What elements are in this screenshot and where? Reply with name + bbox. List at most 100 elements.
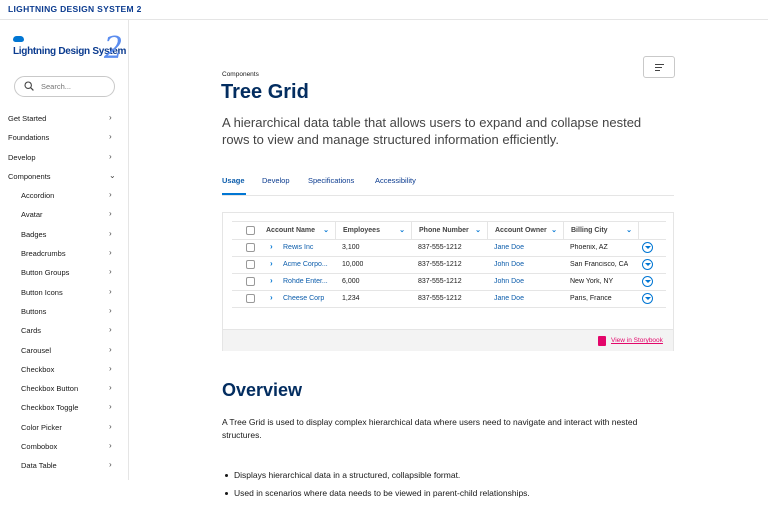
storybook-icon <box>598 336 606 346</box>
nav-item-label: Buttons <box>21 306 47 316</box>
list-item: Used in scenarios where data needs to be… <box>222 487 677 499</box>
select-all-checkbox[interactable] <box>246 226 255 235</box>
page-title: Tree Grid <box>221 81 309 103</box>
nav-item-label: Checkbox Button <box>21 384 79 394</box>
account-name-link[interactable]: Rewis Inc <box>283 244 333 251</box>
nav-list: Get Started › Foundations › Develop › Compo… <box>0 109 128 476</box>
tree-grid: Account Name ⌄ Employees ⌄ Phone Number ⌄ A… <box>232 221 666 308</box>
nav-item-combobox[interactable]: Combobox › <box>0 437 128 456</box>
chevron-down-icon[interactable]: ⌄ <box>475 226 481 234</box>
sidebar: Lightning Design System 2 Search... Get … <box>0 20 129 480</box>
account-owner-link[interactable]: Jane Doe <box>494 295 524 302</box>
column-label: Employees <box>343 227 380 234</box>
page-subtitle: A hierarchical data table that allows us… <box>222 115 642 147</box>
nav-item-color-picker[interactable]: Color Picker › <box>0 418 128 437</box>
row-checkbox[interactable] <box>246 277 255 286</box>
column-header-account-name[interactable]: Account Name ⌄ <box>259 222 336 240</box>
nav-item-components[interactable]: Components ⌄ <box>0 167 128 186</box>
chevron-down-icon: ⌄ <box>109 170 116 180</box>
row-checkbox[interactable] <box>246 260 255 269</box>
table-row[interactable]: › Acme Corpo... 10,000 837-555-1212 John… <box>232 257 666 274</box>
menu-button[interactable] <box>643 56 675 78</box>
chevron-right-icon: › <box>109 228 112 238</box>
tree-grid-demo: Account Name ⌄ Employees ⌄ Phone Number ⌄ A… <box>222 212 674 351</box>
tab-develop[interactable]: Develop <box>262 176 290 185</box>
brand-title[interactable]: LIGHTNING DESIGN SYSTEM 2 <box>8 4 142 14</box>
column-header-phone-number[interactable]: Phone Number ⌄ <box>412 222 488 240</box>
search-placeholder: Search... <box>41 82 72 91</box>
chevron-down-icon[interactable]: ⌄ <box>626 226 632 234</box>
expand-chevron-icon[interactable]: › <box>270 293 273 302</box>
nav-item-button-groups[interactable]: Button Groups › <box>0 263 128 282</box>
expand-chevron-icon[interactable]: › <box>270 276 273 285</box>
row-checkbox[interactable] <box>246 243 255 252</box>
overview-heading: Overview <box>222 380 303 400</box>
table-row[interactable]: › Cheese Corp 1,234 837-555-1212 Jane Do… <box>232 291 666 308</box>
nav-item-button-icons[interactable]: Button Icons › <box>0 283 128 302</box>
account-name-link[interactable]: Cheese Corp <box>283 295 333 302</box>
expand-chevron-icon[interactable]: › <box>270 242 273 251</box>
nav-item-develop[interactable]: Develop › <box>0 148 128 167</box>
account-name-link[interactable]: Rohde Enter... <box>283 278 333 285</box>
nav-item-accordion[interactable]: Accordion › <box>0 186 128 205</box>
column-header-employees[interactable]: Employees ⌄ <box>336 222 412 240</box>
chevron-right-icon: › <box>109 286 112 296</box>
tab-usage[interactable]: Usage <box>222 176 245 185</box>
demo-footer: View in Storybook <box>223 329 673 351</box>
top-bar: LIGHTNING DESIGN SYSTEM 2 <box>0 0 768 20</box>
row-action-icon[interactable] <box>642 293 653 304</box>
account-owner-link[interactable]: Jane Doe <box>494 244 524 251</box>
main-content: Components Tree Grid A hierarchical data… <box>129 20 768 498</box>
overview-bullets: Displays hierarchical data in a structur… <box>222 469 677 505</box>
chevron-down-icon[interactable]: ⌄ <box>399 226 405 234</box>
column-header-account-owner[interactable]: Account Owner ⌄ <box>488 222 564 240</box>
row-action-icon[interactable] <box>642 276 653 287</box>
list-item: Displays hierarchical data in a structur… <box>222 469 677 481</box>
phone-cell: 837-555-1212 <box>418 278 462 285</box>
nav-item-data-table[interactable]: Data Table › <box>0 456 128 475</box>
nav-item-label: Checkbox <box>21 364 55 374</box>
nav-item-checkbox-button[interactable]: Checkbox Button › <box>0 379 128 398</box>
chevron-right-icon: › <box>109 441 112 451</box>
logo[interactable]: Lightning Design System 2 <box>12 32 126 72</box>
row-action-icon[interactable] <box>642 242 653 253</box>
billing-city-cell: New York, NY <box>570 278 614 285</box>
employees-cell: 10,000 <box>342 261 364 268</box>
chevron-right-icon: › <box>109 402 112 412</box>
nav-item-badges[interactable]: Badges › <box>0 225 128 244</box>
column-header-billing-city[interactable]: Billing City ⌄ <box>564 222 639 240</box>
phone-cell: 837-555-1212 <box>418 261 462 268</box>
billing-city-cell: Phoenix, AZ <box>570 244 608 251</box>
nav-item-avatar[interactable]: Avatar › <box>0 205 128 224</box>
account-owner-link[interactable]: John Doe <box>494 261 524 268</box>
account-owner-link[interactable]: John Doe <box>494 278 524 285</box>
chevron-right-icon: › <box>109 248 112 258</box>
table-row[interactable]: › Rohde Enter... 6,000 837-555-1212 John… <box>232 274 666 291</box>
chevron-right-icon: › <box>109 209 112 219</box>
table-row[interactable]: › Rewis Inc 3,100 837-555-1212 Jane Doe … <box>232 240 666 257</box>
search-input[interactable]: Search... <box>14 76 115 97</box>
nav-item-breadcrumbs[interactable]: Breadcrumbs › <box>0 244 128 263</box>
nav-item-get-started[interactable]: Get Started › <box>0 109 128 128</box>
row-action-icon[interactable] <box>642 259 653 270</box>
column-label: Account Owner <box>495 227 547 234</box>
account-name-link[interactable]: Acme Corpo... <box>283 261 333 268</box>
chevron-down-icon[interactable]: ⌄ <box>323 226 329 234</box>
tab-accessibility[interactable]: Accessibility <box>375 176 416 185</box>
nav-item-label: Data Table <box>21 461 57 471</box>
nav-item-foundations[interactable]: Foundations › <box>0 128 128 147</box>
nav-item-checkbox[interactable]: Checkbox › <box>0 360 128 379</box>
tab-specifications[interactable]: Specifications <box>308 176 354 185</box>
chevron-down-icon[interactable]: ⌄ <box>551 226 557 234</box>
nav-item-cards[interactable]: Cards › <box>0 321 128 340</box>
nav-item-carousel[interactable]: Carousel › <box>0 341 128 360</box>
chevron-right-icon: › <box>109 460 112 470</box>
expand-chevron-icon[interactable]: › <box>270 259 273 268</box>
employees-cell: 6,000 <box>342 278 360 285</box>
view-in-storybook-link[interactable]: View in Storybook <box>611 337 663 344</box>
row-checkbox[interactable] <box>246 294 255 303</box>
nav-item-label: Button Icons <box>21 287 63 297</box>
phone-cell: 837-555-1212 <box>418 295 462 302</box>
nav-item-buttons[interactable]: Buttons › <box>0 302 128 321</box>
nav-item-checkbox-toggle[interactable]: Checkbox Toggle › <box>0 398 128 417</box>
